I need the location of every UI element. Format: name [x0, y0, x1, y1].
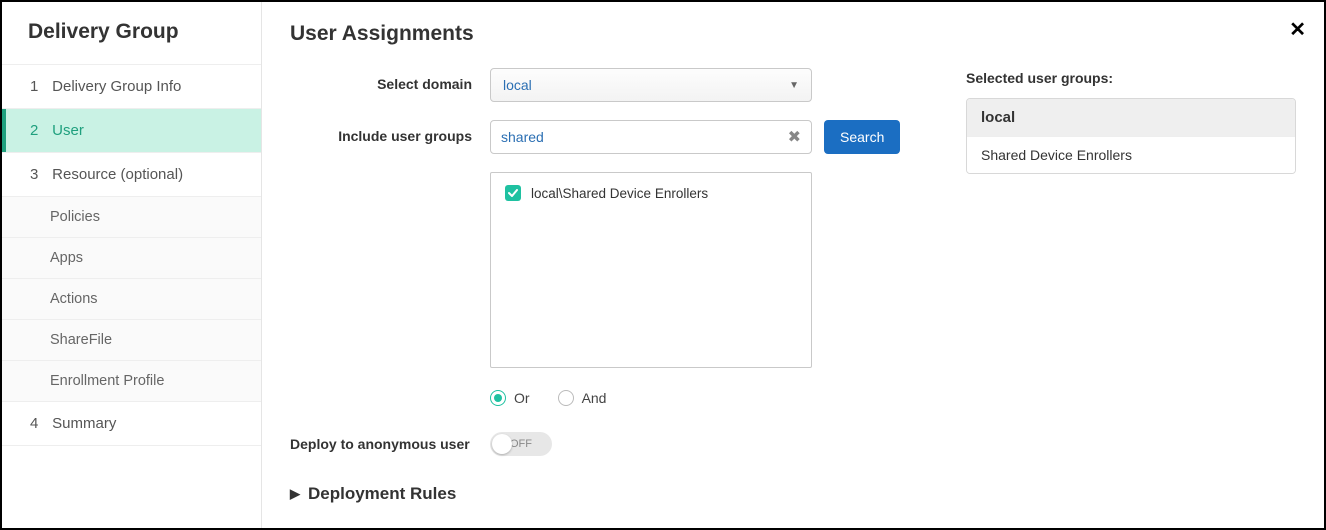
radio-unselected-icon	[558, 390, 574, 406]
row-results: local\Shared Device Enrollers	[290, 172, 910, 368]
radio-and-label: And	[582, 390, 607, 406]
label-select-domain: Select domain	[290, 68, 490, 92]
sidebar-item-delivery-group-info[interactable]: 1 Delivery Group Info	[2, 64, 261, 109]
page-title: User Assignments	[290, 22, 1296, 46]
row-include-user-groups: Include user groups ✖ Search	[290, 120, 910, 154]
step-label: Delivery Group Info	[52, 78, 181, 95]
step-number: 2	[30, 122, 48, 139]
clear-icon[interactable]: ✖	[788, 127, 801, 147]
user-group-search-input[interactable]	[501, 129, 780, 145]
radio-or[interactable]: Or	[490, 390, 530, 406]
radio-or-label: Or	[514, 390, 530, 406]
user-group-searchbox[interactable]: ✖	[490, 120, 812, 154]
selected-groups-title: Selected user groups:	[966, 70, 1296, 86]
sidebar-subitem-sharefile[interactable]: ShareFile	[2, 320, 261, 361]
app-frame: Delivery Group 1 Delivery Group Info 2 U…	[0, 0, 1326, 530]
selected-group-header[interactable]: local	[967, 99, 1295, 136]
selected-groups-column: Selected user groups: local Shared Devic…	[966, 68, 1296, 504]
deployment-rules-header[interactable]: ▶ Deployment Rules	[290, 484, 910, 504]
deployment-rules-title: Deployment Rules	[308, 484, 456, 504]
domain-dropdown[interactable]: local ▼	[490, 68, 812, 102]
sidebar-subitem-actions[interactable]: Actions	[2, 279, 261, 320]
step-label: Summary	[52, 415, 116, 432]
row-select-domain: Select domain local ▼	[290, 68, 910, 102]
label-include-user-groups: Include user groups	[290, 120, 490, 144]
sidebar-subitem-apps[interactable]: Apps	[2, 238, 261, 279]
sidebar-item-summary[interactable]: 4 Summary	[2, 402, 261, 446]
operator-row: Or And	[490, 390, 910, 406]
sidebar: Delivery Group 1 Delivery Group Info 2 U…	[2, 2, 262, 528]
radio-and[interactable]: And	[558, 390, 607, 406]
selected-group-card: local Shared Device Enrollers	[966, 98, 1296, 174]
checkbox-checked-icon[interactable]	[505, 185, 521, 201]
spacer-label	[290, 172, 490, 180]
step-number: 3	[30, 166, 48, 183]
sidebar-subitem-enrollment-profile[interactable]: Enrollment Profile	[2, 361, 261, 402]
sidebar-item-resource[interactable]: 3 Resource (optional)	[2, 153, 261, 197]
sidebar-title: Delivery Group	[2, 2, 261, 64]
result-item-label: local\Shared Device Enrollers	[531, 186, 708, 201]
sidebar-item-user[interactable]: 2 User	[2, 109, 261, 153]
step-number: 4	[30, 415, 48, 432]
step-label: Resource (optional)	[52, 166, 183, 183]
chevron-down-icon: ▼	[789, 80, 799, 91]
selected-group-item[interactable]: Shared Device Enrollers	[967, 136, 1295, 173]
form-column: Select domain local ▼ Include user group…	[290, 68, 910, 504]
main-panel: ✕ User Assignments Select domain local ▼…	[262, 2, 1324, 528]
anonymous-toggle[interactable]: OFF	[490, 432, 552, 456]
domain-selected-value: local	[503, 77, 532, 93]
sidebar-subitem-policies[interactable]: Policies	[2, 197, 261, 238]
row-deploy-anonymous: Deploy to anonymous user OFF	[290, 432, 910, 456]
search-button[interactable]: Search	[824, 120, 900, 154]
radio-selected-icon	[490, 390, 506, 406]
step-number: 1	[30, 78, 48, 95]
search-results-box: local\Shared Device Enrollers	[490, 172, 812, 368]
label-deploy-anonymous: Deploy to anonymous user	[290, 436, 490, 452]
result-item[interactable]: local\Shared Device Enrollers	[505, 185, 797, 201]
close-icon[interactable]: ✕	[1289, 20, 1306, 40]
chevron-right-icon: ▶	[290, 486, 300, 502]
step-label: User	[52, 122, 84, 139]
columns: Select domain local ▼ Include user group…	[290, 68, 1296, 504]
toggle-state-label: OFF	[510, 438, 532, 450]
